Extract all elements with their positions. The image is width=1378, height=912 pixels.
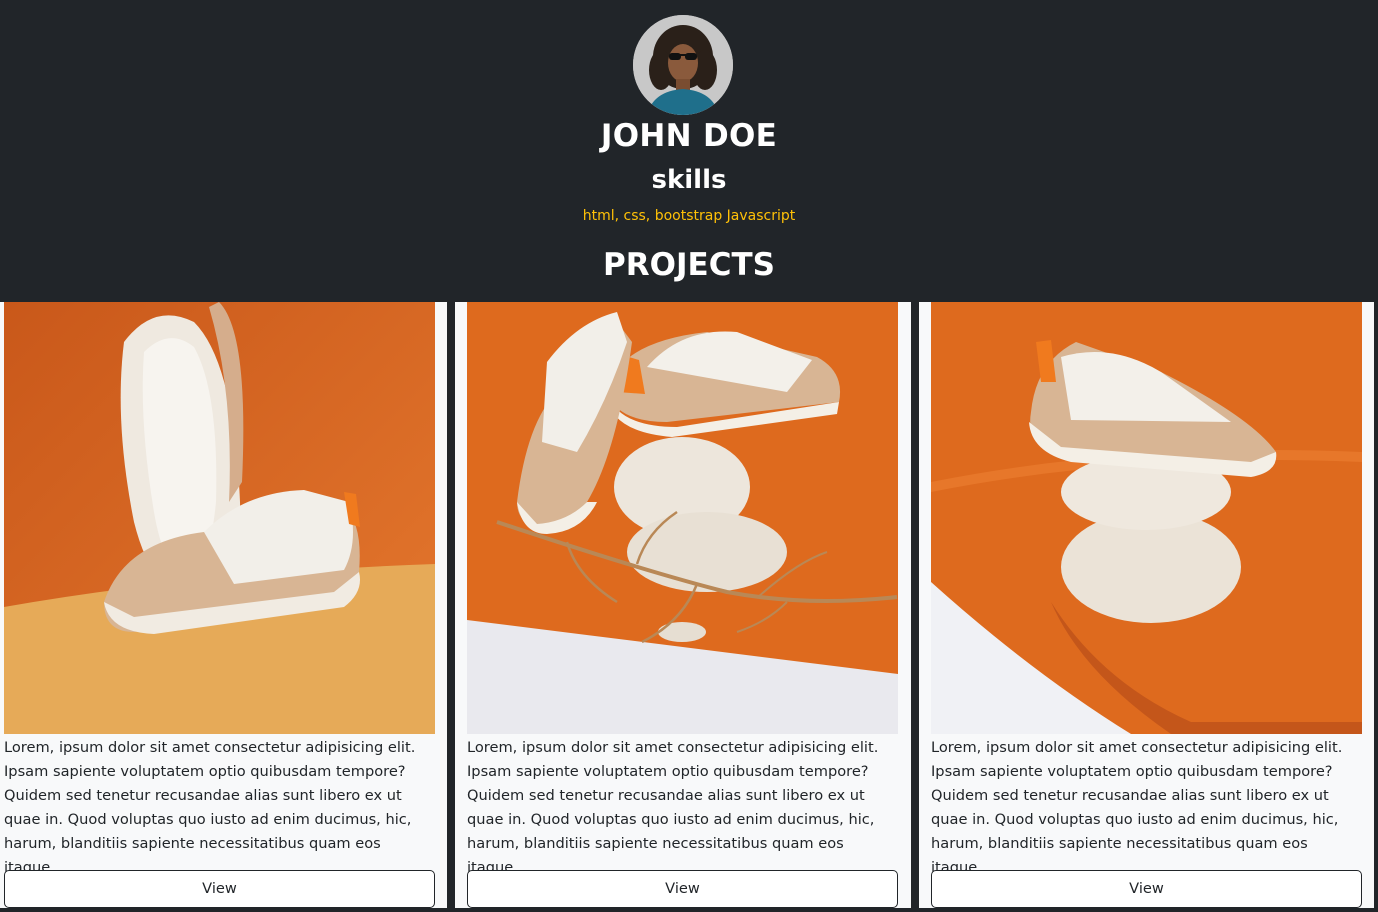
view-button[interactable]: View [931,870,1362,908]
project-description: Lorem, ipsum dolor sit amet consectetur … [467,739,879,876]
view-button[interactable]: View [467,870,898,908]
project-description: Lorem, ipsum dolor sit amet consectetur … [931,739,1343,876]
project-image [931,302,1362,734]
profile-name: JOHN DOE [600,118,778,154]
profile-header: JOHN DOE skills html, css, bootstrap Jav… [0,0,1378,302]
skills-heading: skills [651,165,727,195]
avatar [633,15,733,115]
project-image [4,302,435,734]
view-button[interactable]: View [4,870,435,908]
skills-list: html, css, bootstrap Javascript [582,208,796,224]
project-description: Lorem, ipsum dolor sit amet consectetur … [4,739,416,876]
project-image [467,302,898,734]
project-card-3: Lorem, ipsum dolor sit amet consectetur … [919,302,1374,908]
project-card-1: Lorem, ipsum dolor sit amet consectetur … [0,302,447,908]
projects-heading: PROJECTS [603,247,775,283]
project-card-2: Lorem, ipsum dolor sit amet consectetur … [455,302,911,908]
